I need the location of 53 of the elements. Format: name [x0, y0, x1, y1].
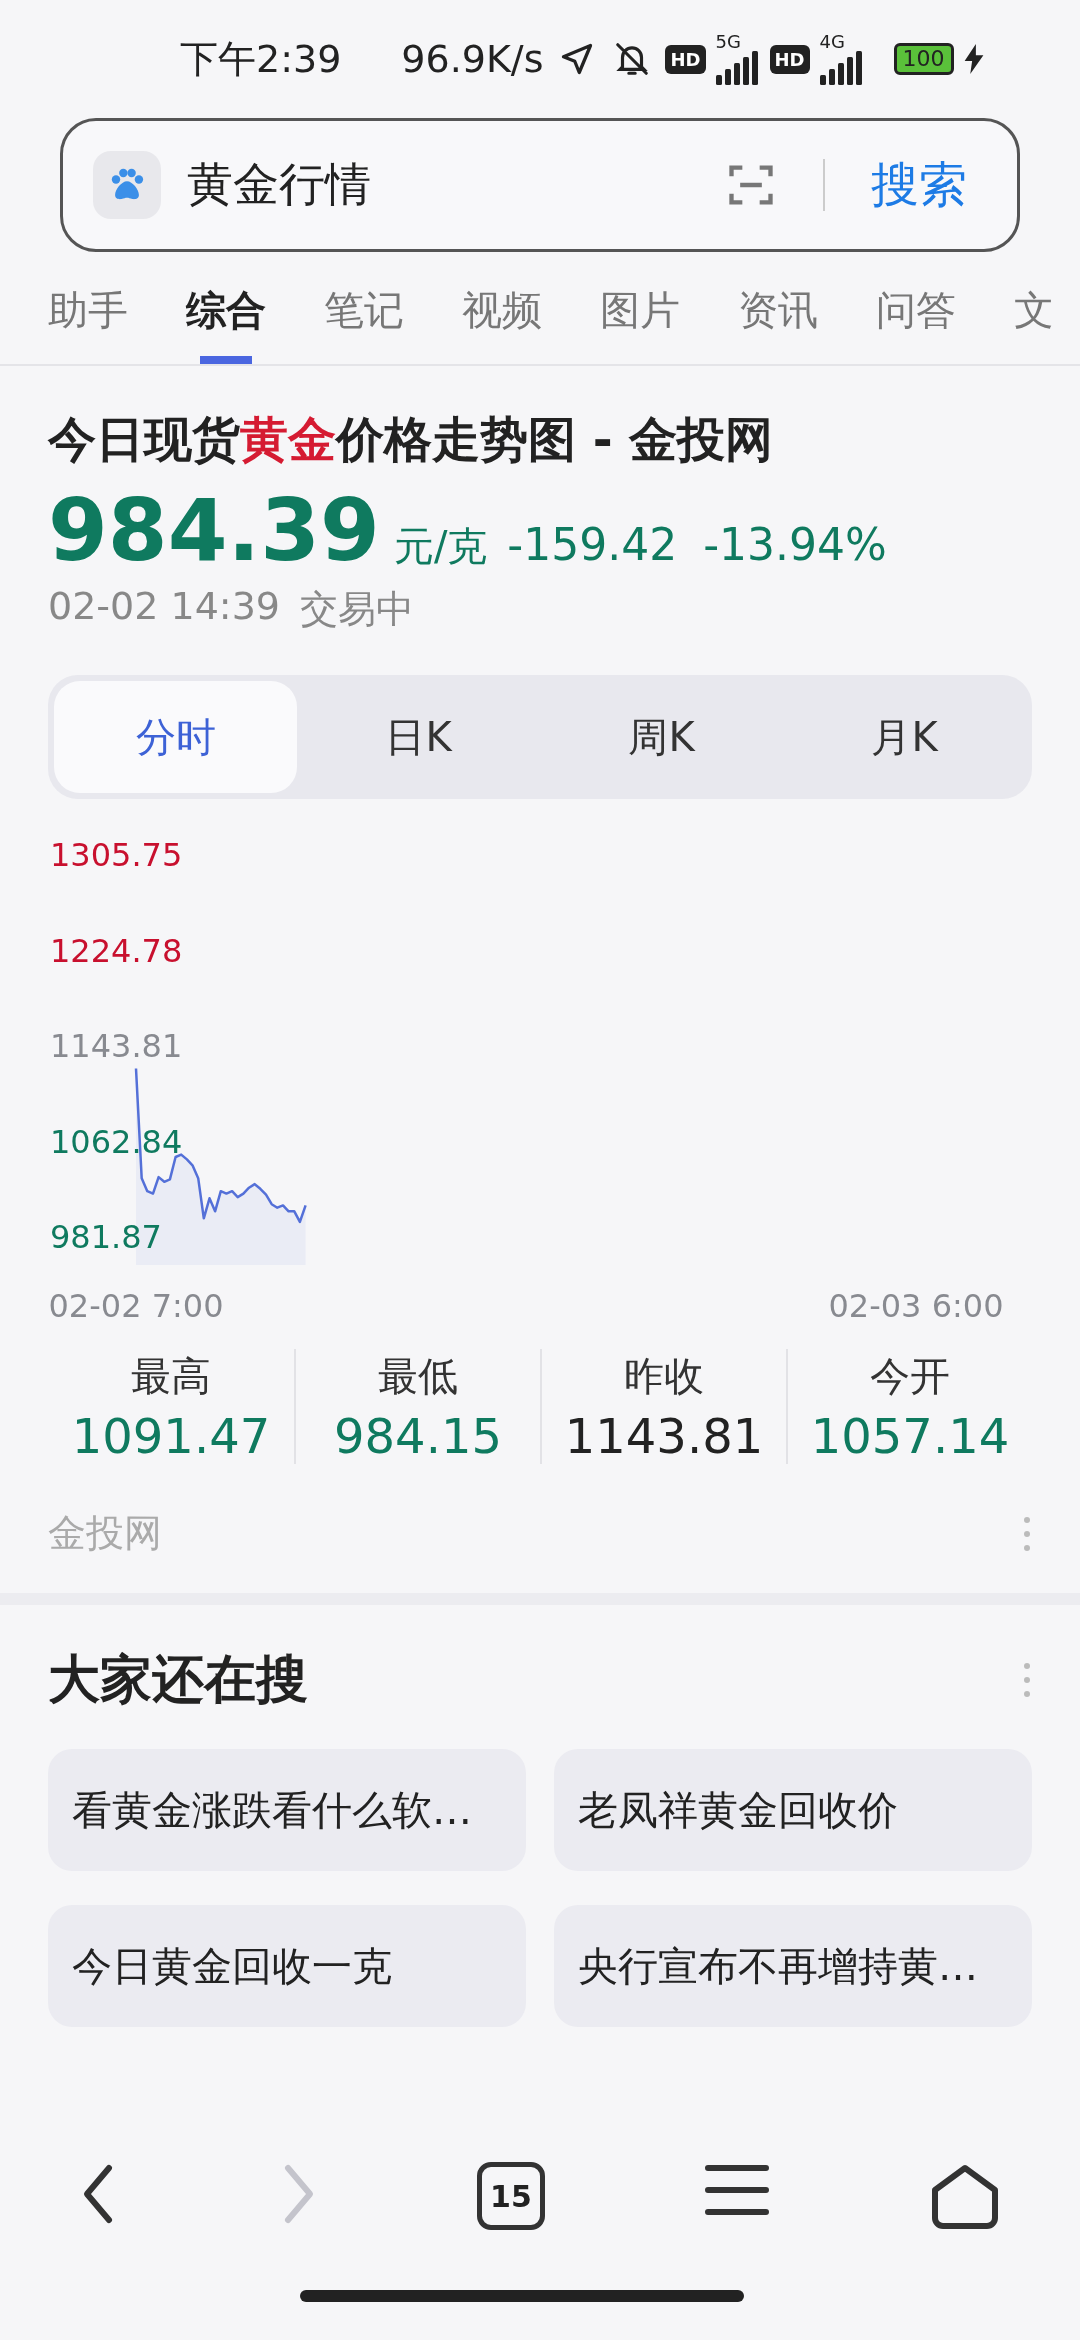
related-search-item[interactable]: 看黄金涨跌看什么软…	[48, 1749, 526, 1871]
period-tab[interactable]: 周K	[540, 681, 783, 793]
price-unit: 元/克	[393, 522, 488, 571]
hd-badge: HD	[665, 44, 706, 74]
stat-label: 昨收	[624, 1352, 704, 1401]
stat-label: 最高	[131, 1352, 211, 1401]
search-field[interactable]: 黄金行情 搜索	[60, 118, 1020, 252]
result-title[interactable]: 今日现货黄金价格走势图 - 金投网	[48, 404, 1032, 474]
y-axis-label: 981.87	[50, 1218, 162, 1256]
period-tab[interactable]: 月K	[783, 681, 1026, 793]
search-query: 黄金行情	[187, 156, 372, 213]
status-time: 下午2:39	[180, 35, 342, 83]
menu-icon[interactable]	[703, 2162, 770, 2218]
stat-value: 1091.47	[71, 1408, 271, 1464]
stat-label: 今开	[870, 1352, 950, 1401]
stat-value: 984.15	[334, 1408, 502, 1464]
search-tab[interactable]: 问答	[876, 280, 956, 364]
search-tab[interactable]: 笔记	[324, 280, 404, 364]
search-tab[interactable]: 视频	[462, 280, 542, 364]
update-time: 02-02 14:39	[48, 584, 280, 630]
price-change: -159.42	[507, 519, 678, 570]
trading-status: 交易中	[300, 586, 414, 633]
search-button[interactable]: 搜索	[871, 153, 987, 217]
stat-label: 最低	[378, 1352, 458, 1401]
y-axis-label: 1224.78	[50, 931, 183, 970]
charging-icon	[963, 44, 984, 74]
y-axis-label: 1143.81	[50, 1027, 183, 1065]
search-tab[interactable]: 文	[1014, 280, 1054, 364]
stat-value: 1057.14	[810, 1408, 1010, 1464]
section-title: 大家还在搜	[48, 1648, 308, 1711]
period-tab[interactable]: 日K	[297, 681, 540, 793]
signal-icon	[715, 51, 760, 85]
related-search-item[interactable]: 央行宣布不再增持黄…	[554, 1905, 1032, 2027]
percent-change: -13.94%	[703, 519, 887, 570]
hd-badge: HD	[769, 44, 810, 74]
price: 984.39	[48, 480, 380, 580]
signal-icon	[819, 51, 864, 85]
y-axis-label: 1305.75	[50, 836, 183, 874]
related-search-item[interactable]: 今日黄金回收一克	[48, 1905, 526, 2027]
search-tab[interactable]: 助手	[48, 280, 128, 364]
related-search-item[interactable]: 老凤祥黄金回收价	[554, 1749, 1032, 1871]
x-axis-label: 02-03 6:00	[828, 1287, 1004, 1325]
battery-icon: 100	[893, 43, 954, 75]
network-type: 4G	[819, 33, 845, 51]
search-tab[interactable]: 图片	[600, 280, 680, 364]
paw-logo-icon	[93, 151, 161, 219]
period-tab[interactable]: 分时	[54, 681, 297, 793]
network-speed: 96.9K/s	[401, 37, 544, 81]
x-axis-label: 02-02 7:00	[48, 1287, 224, 1325]
search-tab[interactable]: 资讯	[738, 280, 818, 364]
tab-count-button[interactable]: 15	[477, 2162, 545, 2230]
stat-value: 1143.81	[564, 1408, 764, 1464]
network-type: 5G	[715, 33, 741, 51]
